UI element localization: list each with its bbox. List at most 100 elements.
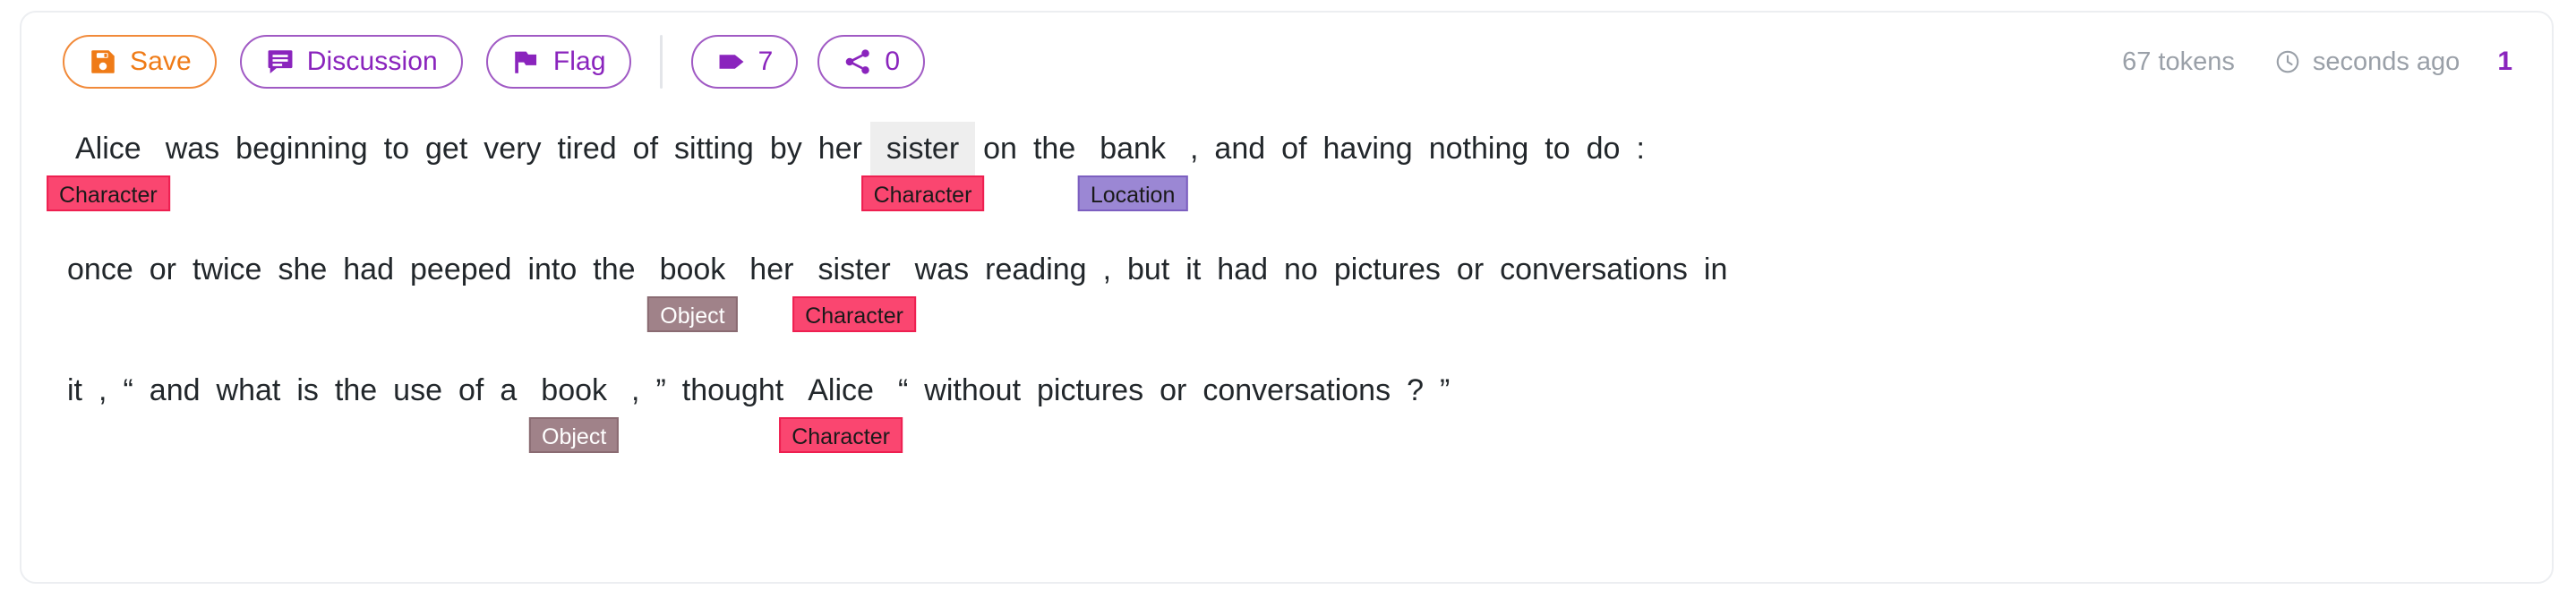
text-token[interactable]: , bbox=[90, 363, 115, 417]
entity-token[interactable]: book Object bbox=[644, 243, 742, 332]
text-token[interactable]: but bbox=[1119, 243, 1177, 296]
entity-word[interactable]: Alice bbox=[59, 122, 158, 175]
tag-count-label: 7 bbox=[757, 47, 774, 76]
text-token[interactable]: what bbox=[209, 363, 289, 417]
entity-label-character[interactable]: Character bbox=[46, 175, 170, 211]
text-token[interactable]: sitting bbox=[666, 122, 762, 175]
entity-token[interactable]: bank Location bbox=[1077, 122, 1188, 211]
text-token[interactable]: in bbox=[1696, 243, 1735, 296]
entity-word[interactable]: sister bbox=[801, 243, 906, 296]
text-token[interactable]: twice bbox=[184, 243, 270, 296]
text-token[interactable]: ” bbox=[647, 363, 673, 417]
text-token[interactable]: the bbox=[585, 243, 643, 296]
text-token[interactable]: beginning bbox=[227, 122, 375, 175]
entity-label-character[interactable]: Character bbox=[779, 417, 903, 453]
text-token[interactable]: into bbox=[519, 243, 585, 296]
version-badge[interactable]: 1 bbox=[2497, 47, 2512, 77]
entity-word[interactable]: book bbox=[644, 243, 742, 296]
text-token[interactable]: peeped bbox=[402, 243, 519, 296]
text-token[interactable]: tired bbox=[550, 122, 625, 175]
entity-label-object[interactable]: Object bbox=[647, 296, 738, 332]
text-token[interactable]: conversations bbox=[1194, 363, 1399, 417]
flag-label: Flag bbox=[552, 47, 606, 76]
text-token[interactable]: her bbox=[810, 122, 870, 175]
text-token[interactable]: of bbox=[450, 363, 492, 417]
toolbar-meta: 67 tokens seconds ago 1 bbox=[2122, 47, 2512, 77]
text-token[interactable]: get bbox=[417, 122, 475, 175]
discussion-button[interactable]: Discussion bbox=[239, 35, 463, 89]
entity-label-character[interactable]: Character bbox=[792, 296, 916, 332]
entity-token[interactable]: Alice Character bbox=[46, 122, 170, 211]
text-token[interactable]: use bbox=[385, 363, 450, 417]
text-token[interactable]: was bbox=[158, 122, 227, 175]
share-count-label: 0 bbox=[885, 47, 901, 76]
share-icon bbox=[843, 47, 873, 77]
toolbar-divider bbox=[659, 35, 663, 89]
text-token[interactable]: she bbox=[270, 243, 335, 296]
share-count-button[interactable]: 0 bbox=[817, 35, 926, 89]
text-token[interactable]: was bbox=[907, 243, 977, 296]
updated-timestamp: seconds ago bbox=[2312, 47, 2460, 76]
text-token[interactable]: and bbox=[141, 363, 209, 417]
text-token[interactable]: once bbox=[59, 243, 141, 296]
text-token[interactable]: no bbox=[1276, 243, 1326, 296]
text-token[interactable]: conversations bbox=[1492, 243, 1696, 296]
text-token[interactable]: , bbox=[623, 363, 647, 417]
text-token[interactable]: it bbox=[59, 363, 90, 417]
text-token[interactable]: or bbox=[141, 243, 184, 296]
text-token[interactable]: reading bbox=[977, 243, 1094, 296]
text-token[interactable]: pictures bbox=[1029, 363, 1151, 417]
entity-word[interactable]: Alice bbox=[792, 363, 890, 417]
text-token[interactable]: ? bbox=[1399, 363, 1432, 417]
save-label: Save bbox=[130, 47, 192, 76]
text-token[interactable]: or bbox=[1449, 243, 1492, 296]
text-token[interactable]: and bbox=[1206, 122, 1273, 175]
entity-token[interactable]: sister Character bbox=[860, 122, 985, 211]
text-token[interactable]: do bbox=[1579, 122, 1629, 175]
text-token[interactable]: to bbox=[376, 122, 417, 175]
text-token[interactable]: had bbox=[335, 243, 402, 296]
clock-icon bbox=[2274, 48, 2301, 75]
text-token[interactable]: the bbox=[1025, 122, 1083, 175]
text-token[interactable]: or bbox=[1151, 363, 1194, 417]
tag-icon bbox=[716, 47, 747, 77]
entity-word[interactable]: sister bbox=[869, 122, 976, 175]
text-token[interactable]: : bbox=[1628, 122, 1652, 175]
text-token[interactable]: pictures bbox=[1326, 243, 1449, 296]
text-token[interactable]: of bbox=[625, 122, 666, 175]
text-token[interactable]: of bbox=[1273, 122, 1314, 175]
entity-label-character[interactable]: Character bbox=[860, 175, 985, 211]
entity-label-object[interactable]: Object bbox=[529, 417, 620, 453]
text-token[interactable]: it bbox=[1177, 243, 1209, 296]
tag-count-button[interactable]: 7 bbox=[690, 35, 799, 89]
token-count: 67 tokens bbox=[2122, 47, 2235, 76]
flag-button[interactable]: Flag bbox=[485, 35, 631, 89]
text-token[interactable]: a bbox=[492, 363, 525, 417]
text-line: Alice Character was beginning to get very tired… bbox=[46, 122, 2516, 243]
entity-word[interactable]: book bbox=[525, 363, 623, 417]
entity-token[interactable]: Alice Character bbox=[779, 363, 903, 453]
text-token[interactable]: the bbox=[327, 363, 385, 417]
text-token[interactable]: , bbox=[1095, 243, 1119, 296]
text-token[interactable]: , bbox=[1182, 122, 1206, 175]
text-token[interactable]: by bbox=[762, 122, 810, 175]
flag-icon bbox=[511, 47, 542, 77]
text-token[interactable]: nothing bbox=[1421, 122, 1537, 175]
text-token[interactable]: without bbox=[916, 363, 1029, 417]
entity-token[interactable]: sister Character bbox=[792, 243, 916, 332]
text-token[interactable]: to bbox=[1536, 122, 1578, 175]
text-token[interactable]: is bbox=[288, 363, 327, 417]
entity-label-location[interactable]: Location bbox=[1077, 175, 1188, 211]
text-token[interactable]: on bbox=[975, 122, 1025, 175]
text-token[interactable]: having bbox=[1315, 122, 1421, 175]
text-token[interactable]: thought bbox=[674, 363, 792, 417]
text-token[interactable]: “ bbox=[890, 363, 916, 417]
text-token[interactable]: very bbox=[475, 122, 549, 175]
entity-word[interactable]: bank bbox=[1083, 122, 1182, 175]
entity-token[interactable]: book Object bbox=[525, 363, 623, 453]
text-token[interactable]: her bbox=[741, 243, 801, 296]
text-token[interactable]: “ bbox=[115, 363, 141, 417]
text-token[interactable]: had bbox=[1209, 243, 1276, 296]
save-button[interactable]: Save bbox=[63, 35, 217, 89]
text-token[interactable]: ” bbox=[1432, 363, 1458, 417]
